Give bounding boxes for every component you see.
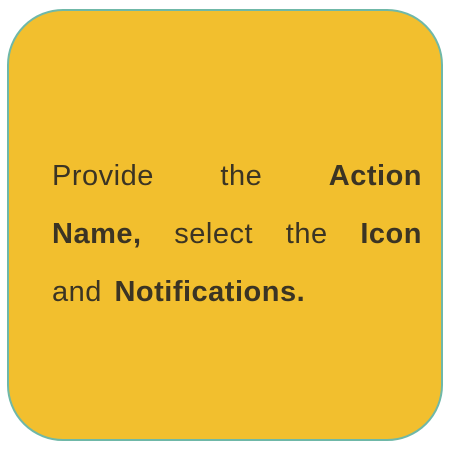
bold-term-notifications: Notifications. (114, 276, 306, 308)
instruction-text: Provide the Action Name, select the Icon… (52, 147, 422, 321)
instruction-card: Provide the Action Name, select the Icon… (7, 9, 443, 441)
word-and: and (52, 276, 102, 308)
bold-term-icon: Icon (360, 218, 422, 250)
bold-term-action: Action (328, 160, 422, 192)
word-the-2: the (285, 218, 328, 250)
bold-term-name: Name, (52, 218, 142, 250)
instruction-line-2: Name, select the Icon (52, 205, 422, 263)
word-provide: Provide (52, 160, 154, 192)
instruction-line-1: Provide the Action (52, 147, 422, 205)
word-the: the (220, 160, 263, 192)
word-select: select (174, 218, 254, 250)
instruction-line-3: and Notifications. (52, 263, 422, 321)
